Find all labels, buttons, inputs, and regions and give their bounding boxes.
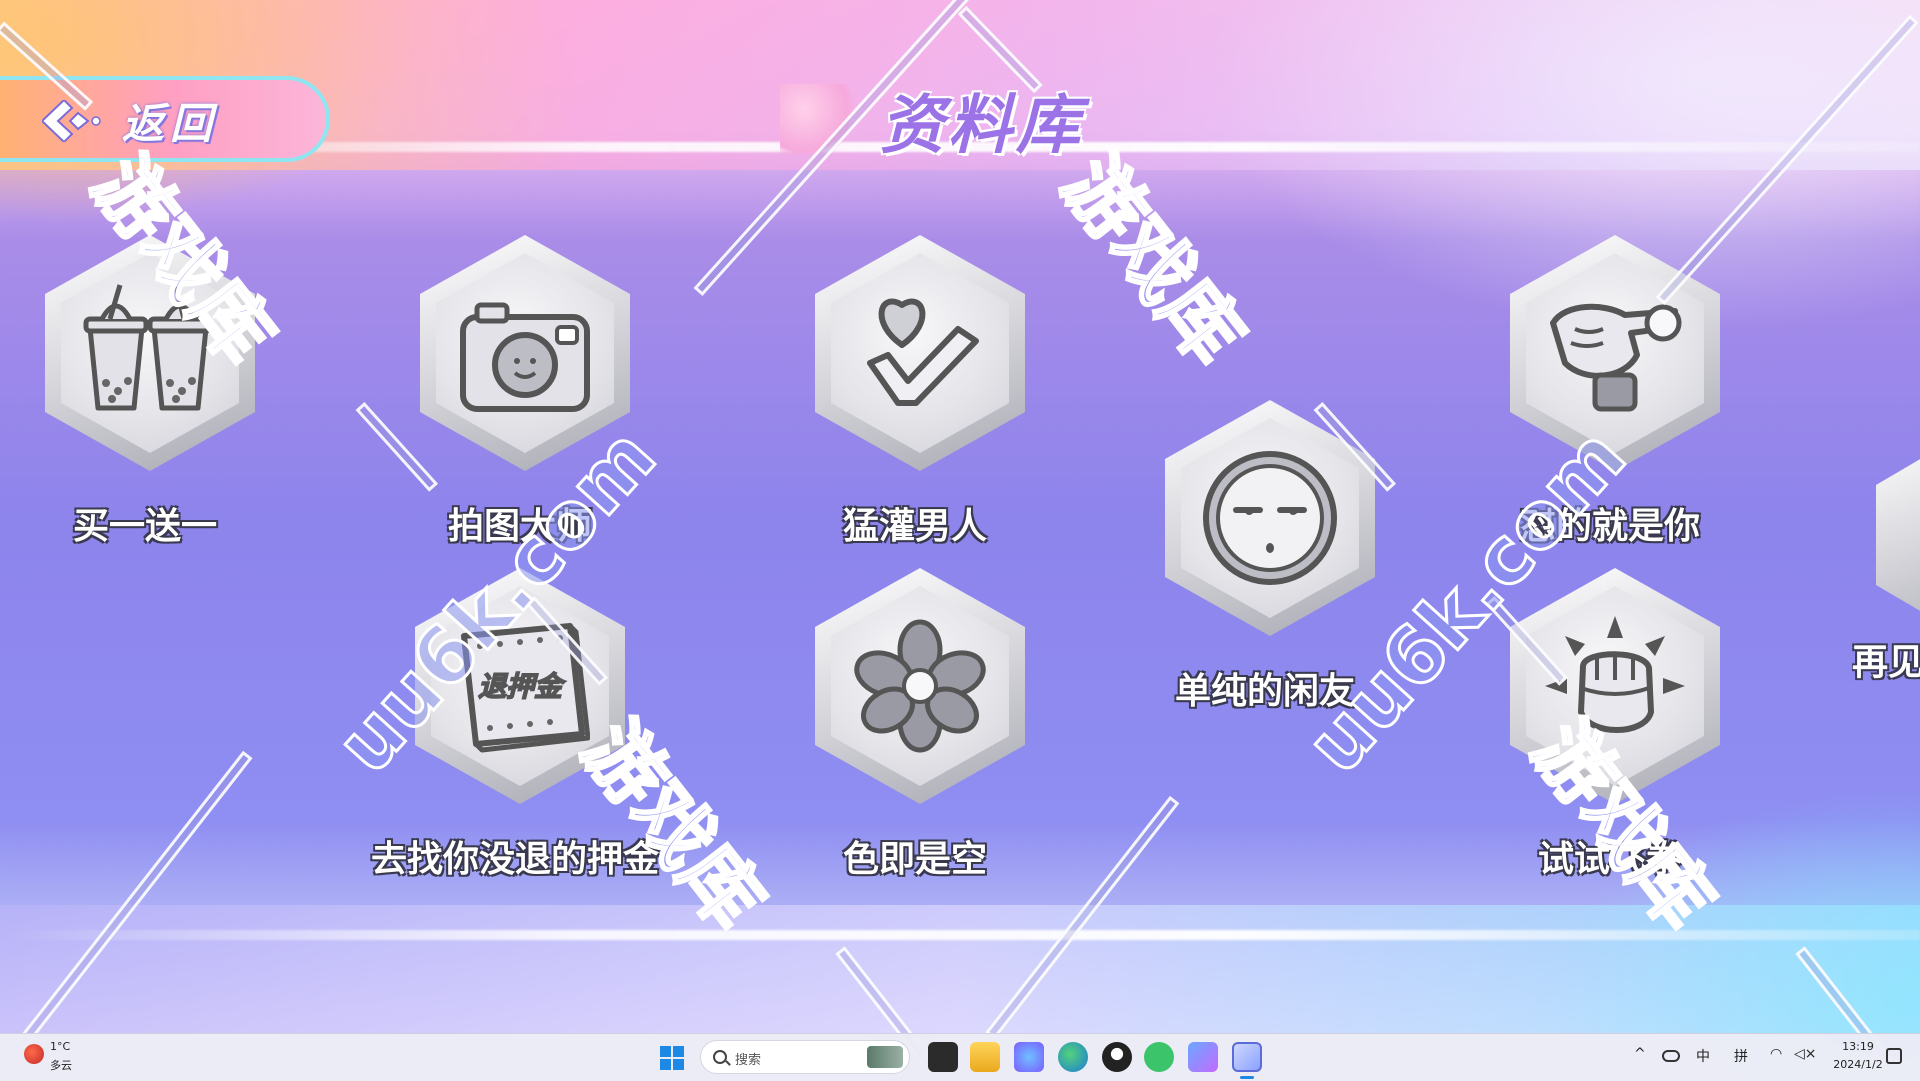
system-clock[interactable]: 13:19 2024/1/2: [1828, 1038, 1888, 1074]
heart-check-icon: [867, 298, 979, 406]
search-highlight-icon: [867, 1046, 903, 1068]
gallery-item-form-is-emptiness[interactable]: 色即是空: [795, 568, 1035, 880]
edge-browser-icon[interactable]: [1058, 1042, 1088, 1072]
flower-icon: [854, 619, 986, 753]
page-title: 资料库: [880, 89, 1084, 163]
taskbar: 1°C 多云 搜索 ^ 中 拼 ◠ ◁× 13:19 2024/1/2: [0, 1033, 1920, 1081]
search-icon: [713, 1050, 727, 1064]
notification-icon[interactable]: [1886, 1048, 1902, 1064]
bored-face-icon: [1203, 451, 1337, 585]
weather-icon: [24, 1044, 44, 1064]
weather-temperature: 1°C: [50, 1040, 71, 1053]
ime-mode-indicator[interactable]: 拼: [1734, 1046, 1748, 1066]
task-view-icon[interactable]: [928, 1042, 958, 1072]
taskbar-search-box[interactable]: 搜索: [700, 1040, 910, 1074]
tray-overflow-chevron-icon[interactable]: ^: [1634, 1046, 1646, 1062]
page-title-group: 资料库: [780, 70, 1120, 170]
deposit-icon-text: 退押金: [478, 670, 566, 703]
file-explorer-icon[interactable]: [970, 1042, 1000, 1072]
gallery-item-drink-man[interactable]: 猛灌男人: [795, 235, 1035, 547]
bottom-banner: [0, 905, 1920, 1033]
gallery-item-label: 猛灌男人: [842, 506, 987, 547]
copilot-icon[interactable]: [1014, 1042, 1044, 1072]
weather-description: 多云: [50, 1059, 72, 1072]
weather-widget[interactable]: 1°C 多云: [24, 1040, 94, 1076]
qq-penguin-icon[interactable]: [1102, 1042, 1132, 1072]
photos-app-icon[interactable]: [1188, 1042, 1218, 1072]
volume-muted-icon[interactable]: ◁×: [1794, 1046, 1817, 1062]
camera-icon: [460, 302, 590, 412]
back-arrow-icon: [42, 100, 101, 142]
clock-time: 13:19: [1842, 1040, 1874, 1053]
clock-date: 2024/1/2: [1833, 1058, 1883, 1071]
wechat-icon[interactable]: [1144, 1042, 1174, 1072]
active-app-indicator: [1240, 1076, 1254, 1079]
partial-hex-icon: [1876, 435, 1920, 635]
windows-start-icon[interactable]: [660, 1046, 684, 1070]
search-placeholder: 搜索: [735, 1053, 762, 1068]
onedrive-icon[interactable]: [1662, 1050, 1680, 1062]
wifi-icon[interactable]: ◠: [1770, 1046, 1782, 1062]
ime-language-indicator[interactable]: 中: [1696, 1046, 1710, 1066]
gallery-item-partial-label: 再见: [1852, 642, 1920, 683]
game-app-icon[interactable]: [1232, 1042, 1262, 1072]
bottom-light-streak: [0, 930, 1920, 940]
